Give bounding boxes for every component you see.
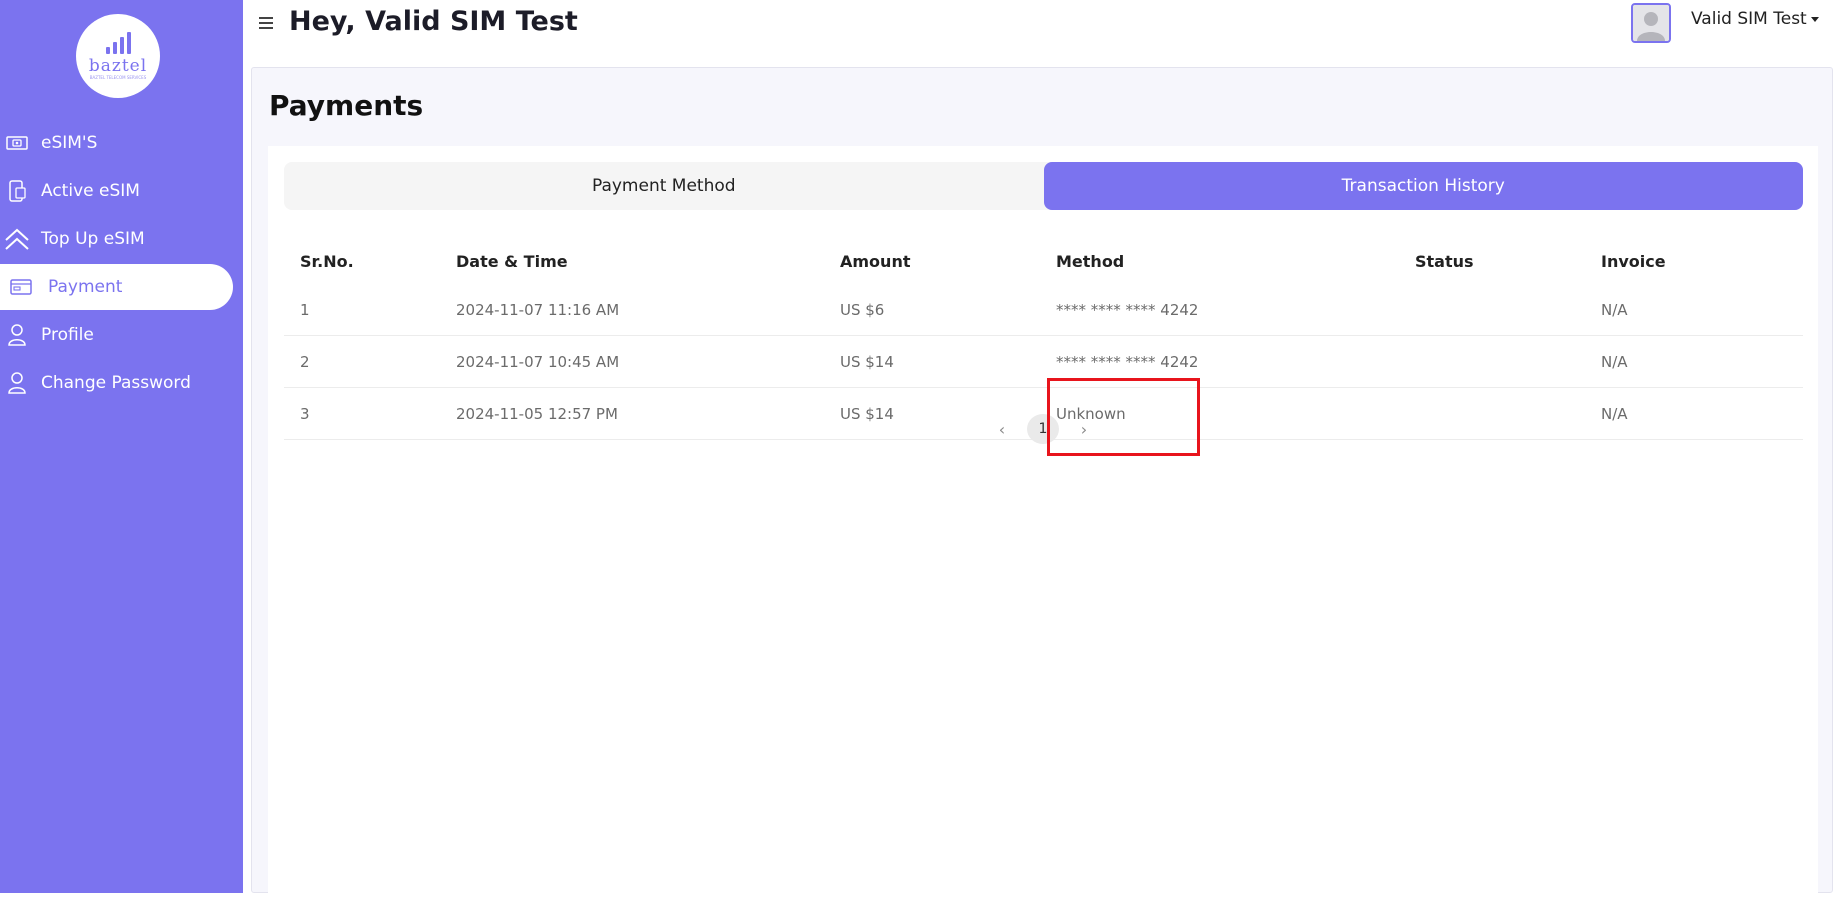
user-icon — [4, 370, 30, 396]
user-avatar-icon — [1633, 5, 1669, 41]
table-row: 2 2024-11-07 10:45 AM US $14 **** **** *… — [284, 336, 1803, 388]
page-title: Payments — [269, 89, 424, 122]
user-icon — [4, 322, 30, 348]
logo-text: baztel — [88, 55, 148, 76]
greeting-title: Hey, Valid SIM Test — [289, 6, 578, 37]
phone-sim-icon — [4, 178, 30, 204]
sidebar-item-label: Active eSIM — [41, 181, 140, 201]
cell-sr-no: 2 — [300, 352, 310, 371]
sidebar-item-active-esim[interactable]: Active eSIM — [0, 168, 243, 214]
payments-card: Payment Method Transaction History Sr.No… — [268, 146, 1818, 906]
cell-invoice: N/A — [1601, 300, 1628, 319]
avatar[interactable] — [1631, 3, 1671, 43]
column-header-sr-no: Sr.No. — [300, 251, 354, 271]
esim-card-icon — [4, 130, 30, 156]
user-name: Valid SIM Test — [1691, 9, 1807, 29]
user-menu-dropdown[interactable]: Valid SIM Test — [1691, 9, 1819, 29]
tab-payment-method[interactable]: Payment Method — [284, 162, 1044, 210]
column-header-amount: Amount — [840, 251, 911, 271]
sidebar: baztel BAZTEL TELECOM SERVICES eSIM'S Ac… — [0, 0, 243, 893]
table-header-row: Sr.No. Date & Time Amount Method Status … — [284, 238, 1803, 284]
transactions-table: Sr.No. Date & Time Amount Method Status … — [284, 238, 1803, 440]
sidebar-item-esims[interactable]: eSIM'S — [0, 120, 243, 166]
cell-method: **** **** **** 4242 — [1056, 300, 1199, 319]
sidebar-nav: eSIM'S Active eSIM Top Up eSIM Payment P… — [0, 120, 243, 408]
column-header-method: Method — [1056, 251, 1125, 271]
sidebar-item-profile[interactable]: Profile — [0, 312, 243, 358]
sidebar-item-payment[interactable]: Payment — [0, 264, 233, 310]
cell-method: **** **** **** 4242 — [1056, 352, 1199, 371]
sidebar-item-label: Profile — [41, 325, 94, 345]
signal-bars-icon — [105, 31, 131, 54]
column-header-date-time: Date & Time — [456, 251, 568, 271]
column-header-status: Status — [1415, 251, 1474, 271]
sidebar-item-top-up-esim[interactable]: Top Up eSIM — [0, 216, 243, 262]
caret-down-icon — [1810, 16, 1819, 22]
main-content: Payments Payment Method Transaction Hist… — [251, 67, 1833, 906]
payment-tabs: Payment Method Transaction History — [284, 162, 1803, 210]
pagination-next-icon[interactable]: › — [1071, 415, 1097, 443]
tab-transaction-history[interactable]: Transaction History — [1043, 162, 1803, 210]
sidebar-item-label: eSIM'S — [41, 133, 98, 153]
pagination: ‹ 1 › — [268, 414, 1818, 444]
top-bar: Hey, Valid SIM Test Valid SIM Test — [243, 0, 1840, 66]
hamburger-menu-icon[interactable] — [259, 14, 277, 32]
double-chevron-up-icon — [4, 226, 30, 252]
brand-logo[interactable]: baztel BAZTEL TELECOM SERVICES — [76, 14, 160, 98]
cell-amount: US $6 — [840, 300, 885, 319]
sidebar-item-label: Payment — [48, 277, 123, 297]
sidebar-item-change-password[interactable]: Change Password — [0, 360, 243, 406]
cell-amount: US $14 — [840, 352, 894, 371]
sidebar-item-label: Top Up eSIM — [41, 229, 145, 249]
cell-invoice: N/A — [1601, 352, 1628, 371]
column-header-invoice: Invoice — [1601, 251, 1666, 271]
sidebar-item-label: Change Password — [41, 373, 191, 393]
pagination-prev-icon[interactable]: ‹ — [989, 415, 1015, 443]
logo-tagline: BAZTEL TELECOM SERVICES — [89, 74, 147, 80]
cell-date-time: 2024-11-07 11:16 AM — [456, 300, 620, 319]
cell-sr-no: 1 — [300, 300, 310, 319]
pagination-page-1[interactable]: 1 — [1027, 414, 1059, 444]
table-row: 1 2024-11-07 11:16 AM US $6 **** **** **… — [284, 284, 1803, 336]
cell-date-time: 2024-11-07 10:45 AM — [456, 352, 620, 371]
credit-card-icon — [8, 274, 34, 300]
